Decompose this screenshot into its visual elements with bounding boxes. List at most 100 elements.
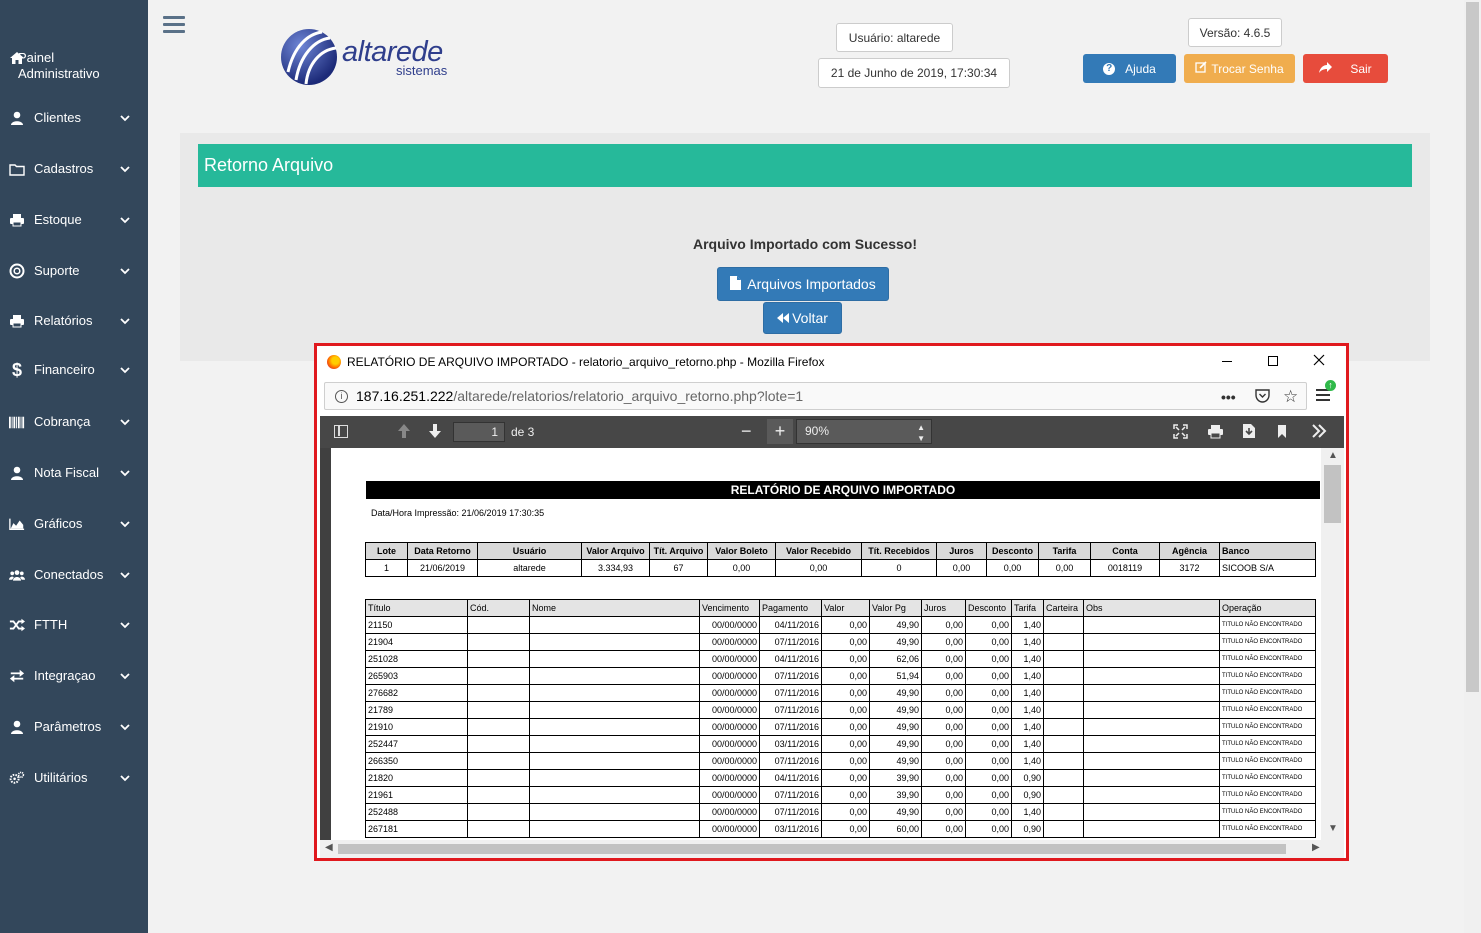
sidebar-item-clientes[interactable]: Clientes	[0, 110, 148, 126]
user-icon	[9, 465, 25, 481]
table-cell	[1083, 684, 1220, 702]
sidebar-item-estoque[interactable]: Estoque	[0, 212, 148, 228]
help-label: Ajuda	[1125, 61, 1156, 76]
area-chart-icon	[9, 516, 25, 532]
sidebar-item-graficos[interactable]: Gráficos	[0, 516, 148, 532]
summary-cell: 0,00	[986, 559, 1039, 577]
table-cell: 0,00	[965, 803, 1012, 821]
bookmark-star-icon[interactable]: ☆	[1283, 387, 1298, 407]
logout-button[interactable]: Sair	[1303, 54, 1388, 83]
table-cell: 00/00/0000	[699, 650, 760, 668]
sidebar-item-suporte[interactable]: Suporte	[0, 263, 148, 279]
download-icon[interactable]	[1242, 423, 1256, 442]
page-number-input[interactable]: 1	[453, 422, 505, 442]
exchange-icon	[9, 668, 25, 684]
sidebar-item-ftth[interactable]: FTTH	[0, 617, 148, 633]
scroll-up-icon[interactable]: ▲	[1328, 450, 1338, 461]
sidebar-item-label: FTTH	[34, 617, 68, 632]
detail-header: Obs	[1083, 599, 1220, 617]
sidebar-item-relatorios[interactable]: Relatórios	[0, 313, 148, 329]
scroll-down-icon[interactable]: ▼	[1328, 823, 1338, 834]
more-actions-icon[interactable]: •••	[1221, 389, 1236, 405]
scroll-right-icon[interactable]: ▶	[1312, 842, 1320, 853]
table-cell	[1043, 735, 1084, 753]
scroll-left-icon[interactable]: ◀	[325, 842, 333, 853]
table-cell	[1043, 820, 1084, 838]
table-cell: 0,00	[821, 786, 870, 804]
sidebar-item-utilitarios[interactable]: Utilitários	[0, 770, 148, 786]
previous-page-icon[interactable]	[397, 423, 411, 442]
next-page-icon[interactable]	[428, 423, 442, 442]
table-cell: 0,00	[921, 650, 966, 668]
help-button[interactable]: ? Ajuda	[1083, 54, 1176, 83]
info-icon[interactable]: i	[335, 389, 348, 403]
sidebar-item-financeiro[interactable]: $ Financeiro	[0, 360, 148, 380]
pocket-icon[interactable]	[1255, 389, 1270, 406]
table-cell: 1,40	[1011, 752, 1044, 770]
zoom-select[interactable]: 90% ▲ ▼	[796, 419, 932, 444]
table-cell: 1,40	[1011, 803, 1044, 821]
bookmark-icon[interactable]	[1277, 424, 1287, 442]
table-row: 21150 00/00/0000 04/11/2016 0,00 49,90 0,00 0,…	[365, 616, 1316, 634]
sidebar-item-conectados[interactable]: Conectados	[0, 567, 148, 583]
pdf-vertical-scrollbar[interactable]: ▲ ▼	[1321, 448, 1344, 840]
sidebar-item-nota-fiscal[interactable]: Nota Fiscal	[0, 465, 148, 481]
sidebar-item-label: Clientes	[34, 110, 81, 125]
table-cell: 0,00	[965, 769, 1012, 787]
scroll-thumb-horizontal[interactable]	[338, 844, 1286, 854]
tools-chevron-icon[interactable]	[1311, 424, 1327, 441]
summary-header: Usuário	[477, 542, 582, 560]
back-button[interactable]: Voltar	[763, 302, 842, 334]
table-cell: TITULO NÃO ENCONTRADO	[1219, 616, 1316, 634]
table-cell: 0,00	[965, 718, 1012, 736]
page-scroll-thumb[interactable]	[1466, 2, 1479, 692]
user-box: Usuário: altarede	[836, 23, 953, 52]
summary-header: Valor Arquivo	[581, 542, 650, 560]
detail-header: Juros	[921, 599, 966, 617]
pdf-page: RELATÓRIO DE ARQUIVO IMPORTADO Data/Hora…	[331, 448, 1321, 840]
table-cell	[1083, 820, 1220, 838]
sidebar-toggle-icon[interactable]	[334, 425, 348, 438]
firefox-menu-icon[interactable]	[1316, 389, 1330, 401]
table-cell: 0,00	[965, 820, 1012, 838]
sidebar-item-parametros[interactable]: Parâmetros	[0, 719, 148, 735]
sidebar-item-painel[interactable]: Painel Administrativo	[0, 42, 148, 81]
imported-files-button[interactable]: Arquivos Importados	[717, 267, 889, 301]
pdf-viewer[interactable]: RELATÓRIO DE ARQUIVO IMPORTADO Data/Hora…	[320, 448, 1344, 840]
detail-table: Título Cód. Nome Vencimento Pagamento Va…	[365, 599, 1316, 838]
change-password-label: Trocar Senha	[1211, 61, 1284, 76]
sidebar-item-cadastros[interactable]: Cadastros	[0, 161, 148, 177]
chevron-down-icon	[118, 418, 132, 426]
table-cell: 267181	[365, 820, 468, 838]
table-cell	[1083, 786, 1220, 804]
table-cell: 0,00	[921, 752, 966, 770]
print-icon[interactable]	[1207, 424, 1224, 442]
sidebar-item-cobranca[interactable]: Cobrança	[0, 414, 148, 430]
minimize-icon[interactable]	[1222, 361, 1232, 362]
table-cell: 0,00	[821, 803, 870, 821]
detail-header: Carteira	[1043, 599, 1084, 617]
table-row: 21910 00/00/0000 07/11/2016 0,00 49,90 0,00 0,…	[365, 718, 1316, 736]
change-password-button[interactable]: Trocar Senha	[1184, 54, 1295, 83]
zoom-in-button[interactable]: +	[767, 419, 793, 444]
detail-header-row: Título Cód. Nome Vencimento Pagamento Va…	[365, 599, 1316, 617]
folder-icon	[9, 161, 25, 177]
chevron-down-icon	[118, 165, 132, 173]
page-scrollbar[interactable]	[1464, 0, 1481, 933]
maximize-icon[interactable]	[1268, 356, 1278, 366]
sidebar-item-integracao[interactable]: Integraçao	[0, 668, 148, 684]
sidebar-item-label: Relatórios	[34, 313, 93, 328]
summary-header: Data Retorno	[407, 542, 478, 560]
table-cell: TITULO NÃO ENCONTRADO	[1219, 786, 1316, 804]
zoom-out-icon[interactable]: −	[741, 422, 752, 440]
presentation-mode-icon[interactable]	[1173, 424, 1188, 442]
url-bar[interactable]: i 187.16.251.222/altarede/relatorios/rel…	[324, 382, 1307, 410]
table-cell: 0,00	[821, 820, 870, 838]
table-cell	[467, 633, 530, 651]
close-icon[interactable]	[1313, 354, 1325, 369]
summary-header: Desconto	[986, 542, 1039, 560]
scroll-thumb[interactable]	[1324, 465, 1341, 523]
detail-header: Nome	[529, 599, 700, 617]
pdf-horizontal-scrollbar[interactable]: ◀ ▶	[320, 840, 1344, 858]
menu-toggle-icon[interactable]	[163, 16, 185, 36]
